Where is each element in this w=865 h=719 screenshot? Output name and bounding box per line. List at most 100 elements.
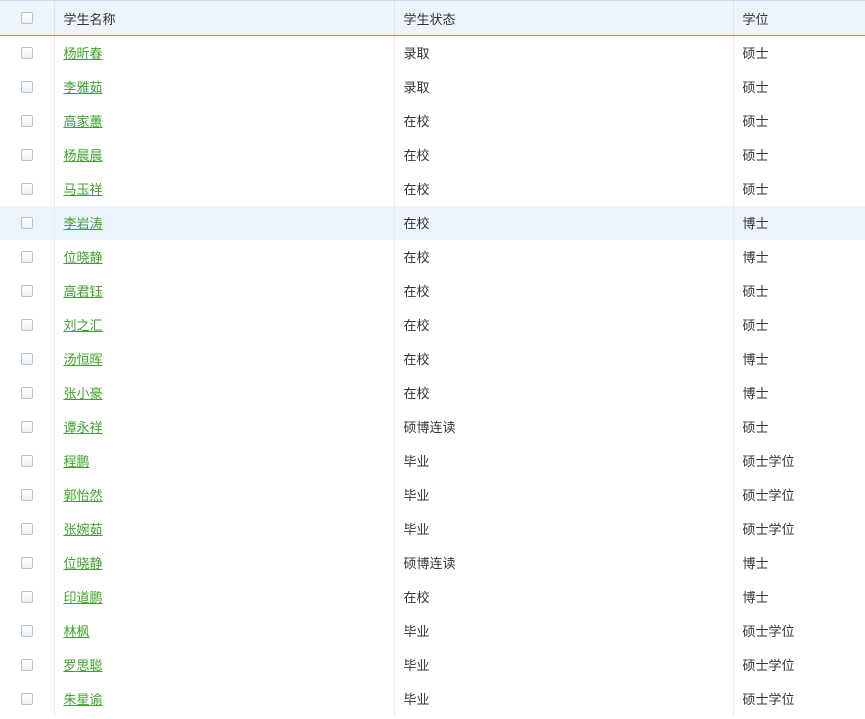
header-row: 学生名称 学生状态 学位 — [0, 0, 865, 36]
row-checkbox[interactable] — [20, 352, 33, 365]
table-row[interactable]: 谭永祥 硕博连读 硕士 — [0, 409, 865, 444]
table-row[interactable]: 刘之汇 在校 硕士 — [0, 307, 865, 342]
student-name-link[interactable]: 李雅茹 — [64, 81, 103, 96]
student-name-link[interactable]: 朱星谕 — [64, 693, 103, 708]
table-row[interactable]: 杨昕春 录取 硕士 — [0, 35, 865, 70]
student-degree-cell: 博士 — [742, 217, 769, 232]
row-select-cell — [0, 205, 55, 240]
row-checkbox[interactable] — [20, 556, 33, 569]
student-name-link[interactable]: 罗思聪 — [64, 659, 103, 674]
column-header-status[interactable]: 学生状态 — [394, 0, 734, 36]
column-header-degree[interactable]: 学位 — [733, 0, 865, 36]
row-checkbox[interactable] — [20, 250, 33, 263]
student-status-cell: 在校 — [394, 375, 734, 410]
row-select-cell — [0, 375, 55, 410]
student-degree-cell: 博士 — [742, 591, 769, 606]
column-header-name[interactable]: 学生名称 — [54, 0, 395, 36]
table-row[interactable]: 汤恒晖 在校 博士 — [0, 341, 865, 376]
row-select-cell — [0, 409, 55, 444]
student-name-link[interactable]: 印道鹏 — [64, 591, 103, 606]
row-select-cell — [0, 171, 55, 206]
table-header: 学生名称 学生状态 学位 — [0, 0, 865, 36]
student-name-link[interactable]: 马玉祥 — [64, 183, 103, 198]
student-degree-cell: 硕士 — [742, 285, 769, 300]
student-name-cell: 郭怡然 — [54, 477, 395, 512]
select-all-checkbox[interactable] — [20, 12, 33, 24]
student-name-cell: 印道鹏 — [54, 579, 395, 614]
row-checkbox[interactable] — [20, 488, 33, 501]
student-name-link[interactable]: 高家蕙 — [64, 115, 103, 130]
table-row[interactable]: 印道鹏 在校 博士 — [0, 579, 865, 614]
student-name-link[interactable]: 位晓静 — [64, 557, 103, 572]
student-degree-cell: 硕士 — [742, 47, 769, 63]
row-checkbox[interactable] — [20, 284, 33, 297]
student-name-link[interactable]: 汤恒晖 — [64, 353, 103, 368]
student-name-link[interactable]: 位晓静 — [64, 251, 103, 266]
row-checkbox[interactable] — [20, 522, 33, 535]
table-row[interactable]: 程鹏 毕业 硕士学位 — [0, 443, 865, 478]
row-checkbox[interactable] — [20, 182, 33, 195]
select-all-cell — [0, 0, 55, 36]
table-row[interactable]: 位晓静 在校 博士 — [0, 239, 865, 274]
table-row[interactable]: 李岩涛 在校 博士 — [0, 205, 865, 240]
table-row[interactable]: 高家蕙 在校 硕士 — [0, 103, 865, 138]
student-status-cell: 在校 — [394, 579, 734, 614]
student-status-cell: 在校 — [394, 171, 734, 206]
row-select-cell — [0, 477, 55, 512]
table-row[interactable]: 杨晨晨 在校 硕士 — [0, 137, 865, 172]
student-status-cell: 在校 — [394, 103, 734, 138]
table-row[interactable]: 张小豪 在校 博士 — [0, 375, 865, 410]
student-name-link[interactable]: 谭永祥 — [64, 421, 103, 436]
student-name-cell: 李岩涛 — [54, 205, 395, 240]
student-name-link[interactable]: 刘之汇 — [64, 319, 103, 334]
student-degree-cell: 硕士 — [742, 421, 769, 436]
student-name-link[interactable]: 李岩涛 — [64, 217, 103, 232]
table-row[interactable]: 高君钰 在校 硕士 — [0, 273, 865, 308]
row-select-cell — [0, 579, 55, 614]
student-name-link[interactable]: 林枫 — [64, 625, 90, 640]
student-name-link[interactable]: 程鹏 — [64, 455, 90, 470]
table-row[interactable]: 林枫 毕业 硕士学位 — [0, 613, 865, 648]
row-checkbox[interactable] — [20, 318, 33, 331]
student-degree-cell: 硕士 — [742, 183, 769, 198]
row-checkbox[interactable] — [20, 454, 33, 467]
table-row[interactable]: 朱星谕 毕业 硕士学位 — [0, 681, 865, 716]
student-degree-cell: 硕士 — [742, 81, 769, 96]
table-row[interactable]: 郭怡然 毕业 硕士学位 — [0, 477, 865, 512]
student-name-link[interactable]: 杨昕春 — [64, 47, 103, 62]
student-name-link[interactable]: 高君钰 — [64, 285, 103, 300]
table-row[interactable]: 张婉茹 毕业 硕士学位 — [0, 511, 865, 546]
row-checkbox[interactable] — [20, 624, 33, 637]
table-row[interactable]: 罗思聪 毕业 硕士学位 — [0, 647, 865, 682]
row-checkbox[interactable] — [20, 386, 33, 399]
student-status-cell: 在校 — [394, 307, 734, 342]
row-select-cell — [0, 681, 55, 716]
row-select-cell — [0, 69, 55, 104]
student-degree-cell: 硕士 — [742, 149, 769, 164]
row-checkbox[interactable] — [20, 114, 33, 127]
row-checkbox[interactable] — [20, 216, 33, 229]
student-status-cell: 毕业 — [394, 477, 734, 512]
student-name-cell: 杨晨晨 — [54, 137, 395, 172]
row-select-cell — [0, 647, 55, 682]
student-status-cell: 录取 — [394, 69, 734, 104]
table-row[interactable]: 李雅茹 录取 硕士 — [0, 69, 865, 104]
student-degree-cell: 硕士学位 — [742, 489, 795, 504]
student-name-link[interactable]: 杨晨晨 — [64, 149, 103, 164]
student-degree-cell: 硕士学位 — [742, 523, 795, 538]
student-name-link[interactable]: 张小豪 — [64, 387, 103, 402]
row-checkbox[interactable] — [20, 80, 33, 93]
student-name-link[interactable]: 郭怡然 — [64, 489, 103, 504]
student-degree-cell: 硕士 — [742, 115, 769, 130]
row-checkbox[interactable] — [20, 590, 33, 603]
row-checkbox[interactable] — [20, 148, 33, 161]
row-checkbox[interactable] — [20, 46, 33, 59]
row-checkbox[interactable] — [20, 658, 33, 671]
table-row[interactable]: 位晓静 硕博连读 博士 — [0, 545, 865, 580]
row-select-cell — [0, 273, 55, 308]
student-status-cell: 在校 — [394, 273, 734, 308]
row-checkbox[interactable] — [20, 692, 33, 705]
table-row[interactable]: 马玉祥 在校 硕士 — [0, 171, 865, 206]
row-checkbox[interactable] — [20, 420, 33, 433]
student-name-link[interactable]: 张婉茹 — [64, 523, 103, 538]
